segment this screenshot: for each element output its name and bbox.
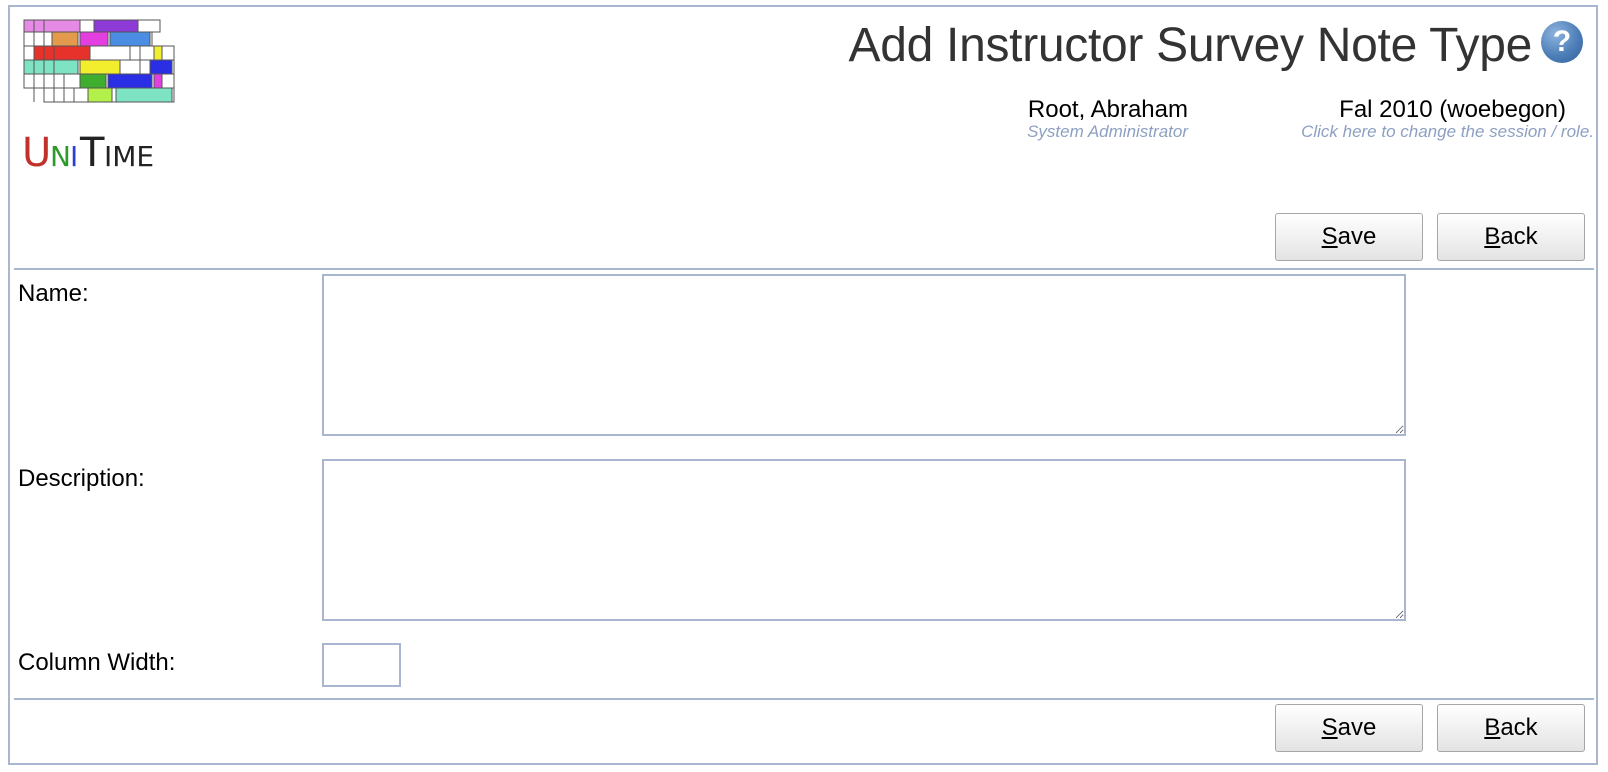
- back-button-bottom[interactable]: Back: [1437, 704, 1585, 752]
- back-label-rest: ack: [1500, 223, 1538, 250]
- svg-text:N: N: [50, 140, 71, 173]
- session-name: Fal 2010 (woebegon): [1339, 96, 1566, 123]
- name-textarea[interactable]: [322, 274, 1406, 436]
- svg-text:IME: IME: [104, 140, 154, 173]
- footer-separator: [14, 698, 1594, 700]
- save-accesskey: S: [1321, 714, 1338, 741]
- column-width-input[interactable]: [322, 643, 401, 687]
- header-separator: [14, 268, 1594, 270]
- save-button-top[interactable]: Save: [1275, 213, 1423, 261]
- description-label: Description:: [18, 465, 145, 492]
- svg-text:U: U: [22, 130, 51, 176]
- user-name: Root, Abraham: [1027, 96, 1188, 123]
- save-label-rest: ave: [1337, 223, 1377, 250]
- name-label: Name:: [18, 280, 89, 307]
- page-title: Add Instructor Survey Note Type: [848, 19, 1533, 72]
- session-info[interactable]: Fal 2010 (woebegon) Click here to change…: [1301, 96, 1594, 142]
- back-accesskey: B: [1484, 223, 1501, 250]
- back-accesskey: B: [1484, 714, 1501, 741]
- back-label-rest: ack: [1500, 714, 1538, 741]
- user-info[interactable]: Root, Abraham System Administrator: [1027, 96, 1188, 142]
- back-button-top[interactable]: Back: [1437, 213, 1585, 261]
- user-role: System Administrator: [1027, 122, 1188, 141]
- unitime-logo: U N I T IME: [22, 19, 175, 176]
- save-accesskey: S: [1321, 223, 1338, 250]
- help-icon[interactable]: ?: [1541, 21, 1583, 63]
- description-textarea[interactable]: [322, 459, 1406, 621]
- svg-text:T: T: [79, 130, 105, 176]
- column-width-label: Column Width:: [18, 649, 176, 676]
- save-label-rest: ave: [1337, 714, 1377, 741]
- save-button-bottom[interactable]: Save: [1275, 704, 1423, 752]
- session-hint: Click here to change the session / role.: [1301, 122, 1594, 141]
- svg-text:I: I: [70, 140, 78, 173]
